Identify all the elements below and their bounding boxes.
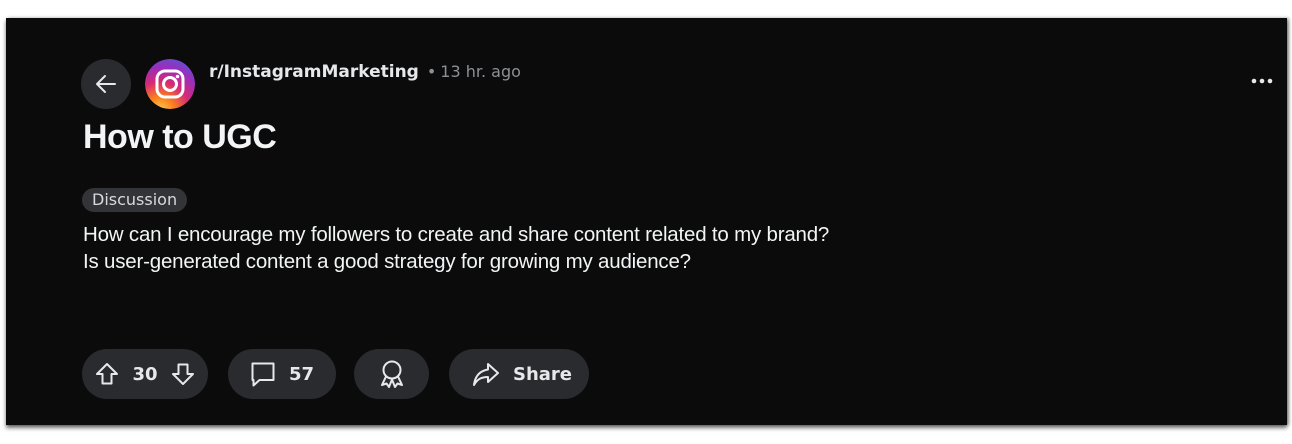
back-button[interactable] [81,59,131,109]
arrow-left-icon [93,71,119,97]
instagram-logo-icon [145,59,195,109]
post-meta: r/InstagramMarketing • 13 hr. ago [209,62,521,82]
vote-control: 30 [82,349,208,399]
downvote-button[interactable] [170,361,196,387]
more-options-button[interactable] [1247,68,1277,94]
post-body-line: How can I encourage my followers to crea… [83,223,830,246]
post-body: How can I encourage my followers to crea… [83,221,829,275]
upvote-button[interactable] [94,361,120,387]
award-icon [376,358,408,390]
subreddit-name[interactable]: r/InstagramMarketing [209,62,419,82]
share-button[interactable]: Share [449,349,589,399]
share-arrow-icon [471,359,501,389]
post-header: r/InstagramMarketing • 13 hr. ago [81,58,521,110]
post-flair[interactable]: Discussion [82,188,188,212]
vote-count: 30 [132,363,158,385]
post-actions: 30 57 Share [82,349,589,399]
more-horizontal-icon [1251,78,1273,84]
arrow-up-icon [96,363,118,385]
comment-count: 57 [289,363,315,385]
arrow-down-icon [172,363,194,385]
meta-separator: • [426,62,437,81]
post-card: r/InstagramMarketing • 13 hr. ago How to… [6,18,1287,425]
post-body-line: Is user-generated content a good strateg… [83,250,691,273]
award-button[interactable] [354,349,429,399]
post-time: 13 hr. ago [440,62,521,81]
comment-bubble-icon [248,359,278,389]
post-title: How to UGC [83,118,277,156]
comments-button[interactable]: 57 [228,349,336,399]
share-label: Share [513,363,573,385]
subreddit-avatar[interactable] [145,59,195,109]
